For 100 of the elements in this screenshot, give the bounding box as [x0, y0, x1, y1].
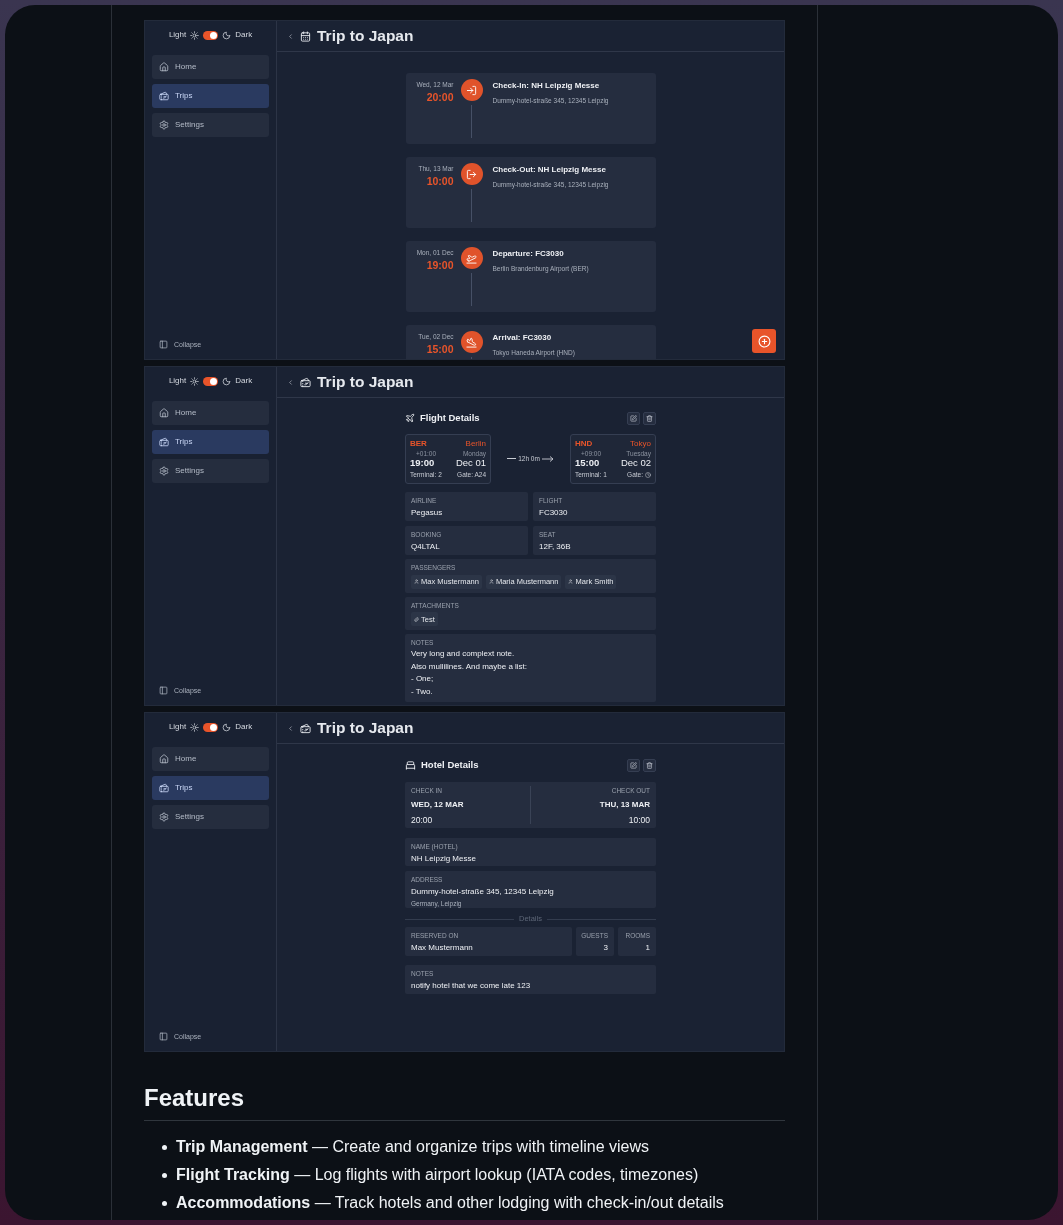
flight-time: 15:00	[575, 457, 600, 468]
delete-button[interactable]	[643, 758, 656, 772]
clock-icon	[645, 471, 651, 478]
nav-item[interactable]: Home	[152, 747, 269, 771]
edit-button[interactable]	[627, 758, 640, 772]
back-icon[interactable]	[287, 32, 294, 40]
event-title: Departure: FC3030	[492, 248, 565, 260]
city-name: Berlin	[465, 438, 486, 450]
calendar-icon	[300, 30, 311, 42]
page-title: Trip to Japan	[317, 372, 414, 393]
arrow-icon	[541, 455, 554, 462]
theme-toggle[interactable]	[203, 376, 219, 386]
nav-item[interactable]: Settings	[152, 459, 269, 483]
light-label: Light	[168, 721, 187, 733]
field-value: Dummy-hotel-straße 345, 12345 Leipzig	[411, 885, 555, 898]
nav-item[interactable]: Settings	[152, 113, 269, 137]
plus-icon	[757, 334, 771, 348]
moon-icon	[222, 30, 232, 40]
dark-label: Dark	[235, 721, 253, 733]
field-value: notify hotel that we come late 123	[411, 979, 532, 992]
theme-toggle[interactable]	[203, 30, 219, 40]
event-title: Check-Out: NH Leipzig Messe	[492, 164, 607, 176]
airport-code: BER	[410, 438, 427, 450]
home-icon	[159, 408, 169, 418]
feature-item: Accommodations — Track hotels and other lodging with check-in/out details	[176, 1193, 724, 1213]
feature-item: Flight Tracking — Log flights with airport lookup (IATA codes, timezones)	[176, 1165, 699, 1185]
nav-item[interactable]: Trips	[152, 776, 269, 800]
theme-toggle[interactable]	[203, 722, 219, 732]
moon-icon	[222, 376, 232, 386]
sun-icon	[190, 376, 200, 386]
nav-item[interactable]: Home	[152, 401, 269, 425]
paperclip-icon	[414, 616, 419, 622]
page-title: Trip to Japan	[317, 26, 414, 47]
panel-icon	[159, 340, 168, 350]
event-time: 15:00	[426, 341, 454, 357]
light-label: Light	[168, 375, 187, 387]
event-time: 10:00	[426, 173, 454, 189]
city-name: Tokyo	[630, 438, 651, 450]
bed-icon	[405, 759, 416, 771]
plane-takeoff-icon	[466, 252, 477, 264]
home-icon	[159, 754, 169, 764]
page-title: Trip to Japan	[317, 718, 414, 739]
person-icon	[488, 579, 494, 584]
settings-icon	[159, 812, 169, 822]
nav-item[interactable]: Trips	[152, 84, 269, 108]
note-line: - One;	[411, 673, 435, 685]
event-title: Check-In: NH Leipzig Messe	[492, 80, 601, 92]
stay-date: WED, 12 MAR	[411, 798, 465, 811]
details-heading: Flight Details	[420, 410, 480, 425]
plane-landing-icon	[466, 336, 477, 348]
flight-date: Dec 01	[455, 457, 486, 468]
edit-icon	[630, 414, 637, 422]
stay-time: 20:00	[411, 813, 434, 827]
logout-icon	[466, 168, 477, 180]
edit-icon	[630, 761, 637, 769]
ticket-icon	[300, 376, 311, 388]
note-line: Very long and complext note.	[411, 648, 516, 660]
dark-label: Dark	[235, 375, 253, 387]
features-heading: Features	[144, 1083, 246, 1113]
edit-button[interactable]	[627, 411, 640, 425]
details-heading: Hotel Details	[421, 757, 479, 772]
person-icon	[414, 579, 419, 584]
plane-icon	[405, 413, 415, 423]
field-value: 3	[603, 941, 608, 954]
field-value: Pegasus	[411, 506, 444, 519]
moon-icon	[222, 722, 232, 732]
ticket-icon	[159, 91, 169, 101]
field-value: 1	[645, 941, 650, 954]
ticket-icon	[159, 437, 169, 447]
back-icon[interactable]	[287, 378, 294, 386]
field-value: FC3030	[539, 506, 569, 519]
add-button[interactable]	[752, 329, 776, 353]
panel-icon	[159, 1032, 168, 1042]
person-icon	[568, 579, 574, 584]
bullet-icon	[162, 1144, 167, 1150]
field-value: Max Mustermann	[411, 941, 474, 954]
dark-label: Dark	[235, 29, 253, 41]
nav-item[interactable]: Settings	[152, 805, 269, 829]
field-value: NH Leipzig Messe	[411, 852, 477, 865]
sun-icon	[190, 30, 200, 40]
back-icon[interactable]	[287, 724, 294, 732]
nav-item[interactable]: Home	[152, 55, 269, 79]
trash-icon	[646, 414, 653, 422]
airport-code: HND	[575, 438, 593, 450]
event-time: 20:00	[426, 89, 454, 105]
panel-icon	[159, 686, 168, 696]
event-time: 19:00	[426, 257, 454, 273]
settings-icon	[159, 466, 169, 476]
light-label: Light	[168, 29, 187, 41]
flight-time: 19:00	[410, 457, 435, 468]
bullet-icon	[162, 1200, 167, 1206]
delete-button[interactable]	[643, 411, 656, 425]
flight-date: Dec 02	[620, 457, 651, 468]
field-value: 12F, 36B	[539, 540, 572, 553]
stay-time: 10:00	[628, 813, 650, 827]
nav-item[interactable]: Trips	[152, 430, 269, 454]
ticket-icon	[300, 722, 311, 734]
sun-icon	[190, 722, 200, 732]
note-line: - Two.	[411, 685, 434, 698]
settings-icon	[159, 120, 169, 130]
